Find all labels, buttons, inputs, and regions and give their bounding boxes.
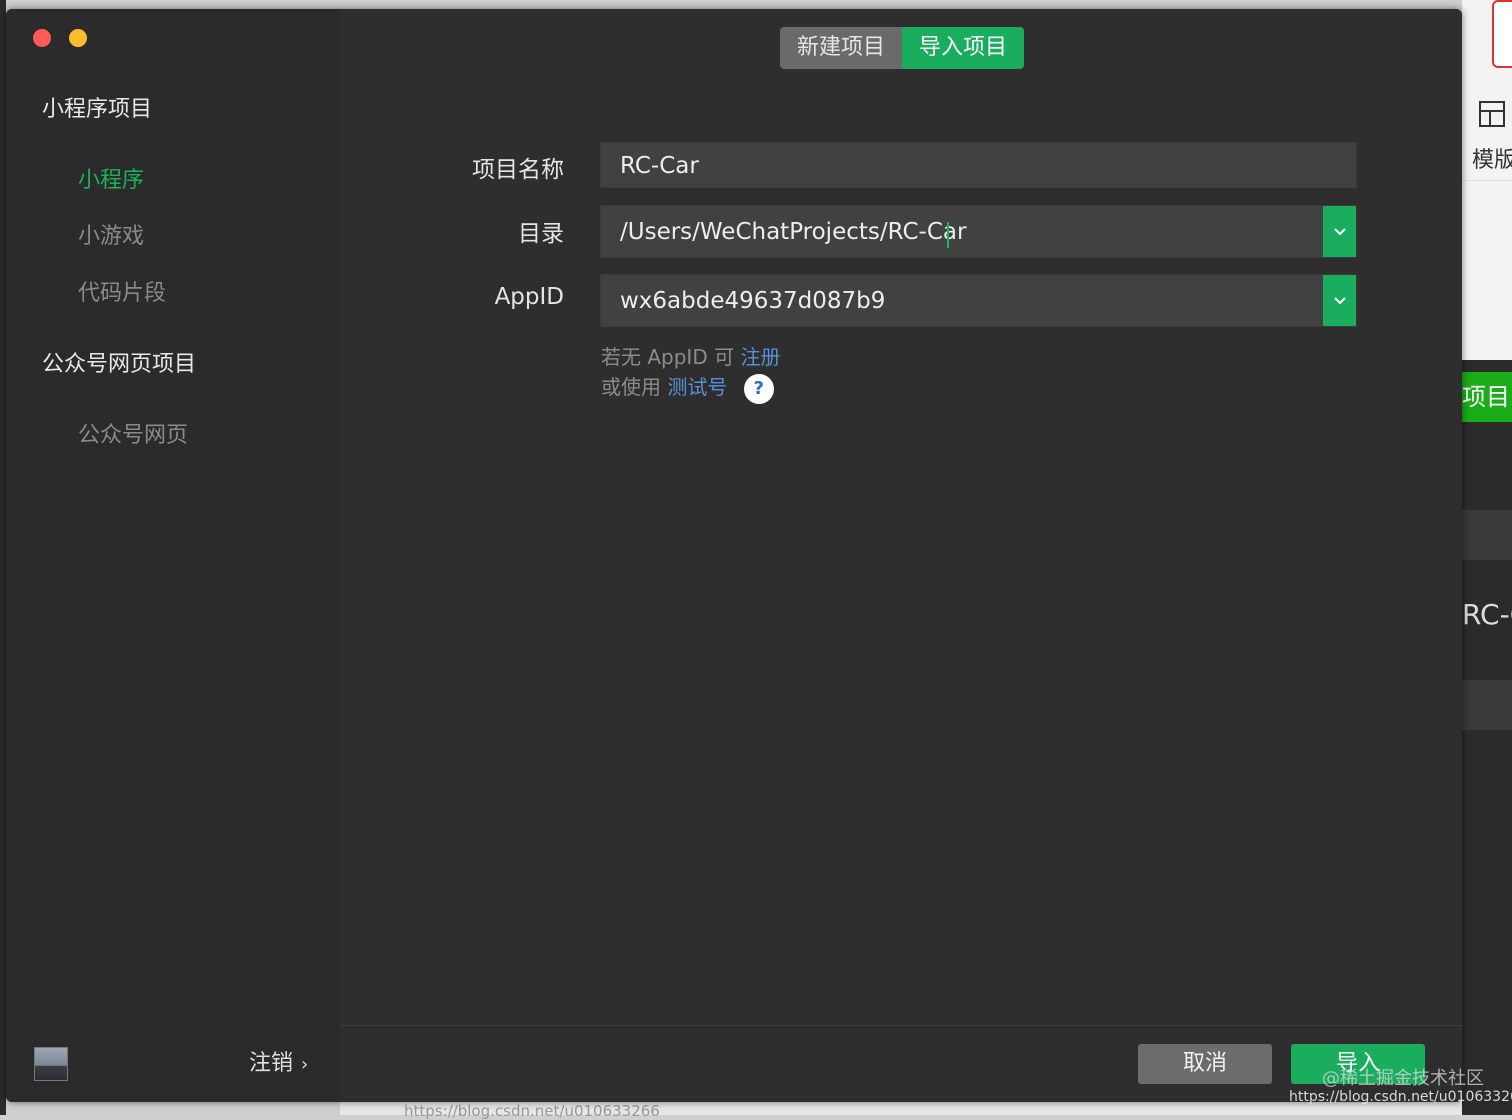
sidebar-item-official-webpage[interactable]: 公众号网页 <box>78 417 188 449</box>
sidebar-item-minigame[interactable]: 小游戏 <box>78 218 144 250</box>
import-project-dialog: 小程序项目 小程序 小游戏 代码片段 公众号网页项目 公众号网页 注销 › 新建项… <box>6 9 1462 1102</box>
project-name-input[interactable]: RC-Car <box>600 142 1357 188</box>
directory-input[interactable]: /Users/WeChatProjects/RC-Car <box>600 205 1357 258</box>
sidebar-item-code-snippet[interactable]: 代码片段 <box>78 275 166 307</box>
chevron-right-icon: › <box>301 1054 309 1075</box>
tab-import-project[interactable]: 导入项目 <box>902 27 1024 69</box>
project-name-value: RC-Car <box>620 153 699 179</box>
logout-button[interactable]: 注销 › <box>249 1045 308 1077</box>
directory-value: /Users/WeChatProjects/RC-Car <box>620 219 967 245</box>
logout-label: 注销 <box>249 1051 294 1076</box>
appid-value: wx6abde49637d087b9 <box>620 288 886 314</box>
directory-label: 目录 <box>518 221 564 247</box>
template-icon <box>1479 101 1505 127</box>
window-minimize-button[interactable] <box>69 29 87 47</box>
sidebar-item-miniprogram[interactable]: 小程序 <box>78 162 144 194</box>
chevron-down-icon <box>1333 227 1346 235</box>
main-panel: 新建项目 导入项目 项目名称 RC-Car 目录 /Users/WeChatPr… <box>340 9 1462 1102</box>
text-cursor <box>947 222 949 248</box>
cancel-button[interactable]: 取消 <box>1138 1044 1272 1084</box>
background-green-button: 项目 <box>1462 372 1512 422</box>
sidebar-group-miniprogram: 小程序项目 <box>42 97 153 122</box>
background-bottom-url: https://blog.csdn.net/u010633266 <box>404 1102 660 1120</box>
watermark-text: @稀土掘金技术社区 <box>1322 1068 1484 1089</box>
appid-input[interactable]: wx6abde49637d087b9 <box>600 274 1357 327</box>
chevron-down-icon <box>1333 296 1346 304</box>
background-app-right-panel: 模版 项目 RC-C <box>1462 0 1512 1115</box>
register-hint: 若无 AppID 可 注册 <box>601 345 781 369</box>
watermark-url: https://blog.csdn.net/u010633266 <box>1289 1089 1512 1105</box>
appid-label: AppID <box>494 284 564 310</box>
background-project-name: RC-C <box>1462 598 1512 631</box>
help-icon[interactable]: ? <box>743 373 774 404</box>
avatar[interactable] <box>34 1047 68 1081</box>
register-link[interactable]: 注册 <box>740 345 780 369</box>
project-name-label: 项目名称 <box>472 157 564 183</box>
directory-dropdown-button[interactable] <box>1323 206 1356 257</box>
sidebar-group-official-account: 公众号网页项目 <box>42 352 197 377</box>
test-account-link[interactable]: 测试号 <box>667 375 727 399</box>
template-label: 模版 <box>1472 148 1512 173</box>
appid-dropdown-button[interactable] <box>1323 275 1356 326</box>
background-red-box <box>1492 0 1512 68</box>
mode-switch: 新建项目 导入项目 <box>780 27 1024 69</box>
sidebar: 小程序项目 小程序 小游戏 代码片段 公众号网页项目 公众号网页 注销 › <box>6 9 340 1102</box>
window-close-button[interactable] <box>33 29 51 47</box>
test-account-hint: 或使用 测试号 ? <box>601 371 774 404</box>
tab-new-project[interactable]: 新建项目 <box>780 27 902 69</box>
